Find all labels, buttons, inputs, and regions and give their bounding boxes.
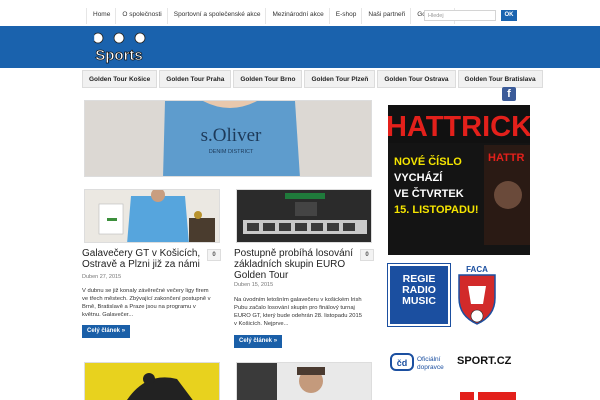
comment-count-2[interactable]: 0 <box>360 249 374 261</box>
sport-cz-logo[interactable]: SPORT.CZ <box>457 355 511 367</box>
comment-count-1[interactable]: 0 <box>207 249 221 261</box>
svg-text:čd: čd <box>397 358 408 368</box>
article-excerpt-2: Na úvodním letošním galavečeru v košické… <box>234 297 362 327</box>
shirt-text: s.Oliver <box>201 125 262 146</box>
top-nav-eshop[interactable]: E-shop <box>330 8 363 24</box>
faca-text: FACA <box>466 265 488 274</box>
search-input[interactable]: Hledej <box>424 10 496 21</box>
article-date-1: Duben 27, 2015 <box>82 274 122 280</box>
search-button[interactable]: OK <box>501 10 517 21</box>
isc-sports-logo[interactable]: ISC Sports <box>86 29 152 65</box>
hattrick-line-3: VE ČTVRTEK <box>394 187 464 200</box>
shirt-subtext: DENIM DISTRICT <box>209 149 254 155</box>
top-nav-about[interactable]: O společnosti <box>116 8 168 24</box>
article-excerpt-1: V dubnu se již konaly závěrečné večery l… <box>82 288 211 318</box>
category-plzen[interactable]: Golden Tour Plzeň <box>304 70 376 88</box>
logo-text-bottom: Sports <box>95 47 143 64</box>
article-image-3[interactable] <box>84 362 220 400</box>
regie-radio-music-logo[interactable]: REGIE RADIO MUSIC <box>387 263 451 327</box>
top-bar: Home O společnosti Sportovní a společens… <box>0 0 600 26</box>
regie-line-3: MUSIC <box>402 295 436 307</box>
hattrick-line-2: VYCHÁZÍ <box>394 171 443 184</box>
facebook-icon[interactable]: f <box>502 87 516 101</box>
article-image-4[interactable] <box>236 362 372 400</box>
category-bratislava[interactable]: Golden Tour Bratislava <box>457 70 543 88</box>
top-nav: Home O společnosti Sportovní a společens… <box>86 8 455 24</box>
hattrick-brand: HATTRICK <box>388 111 530 143</box>
read-more-button-1[interactable]: Celý článek » <box>82 325 131 338</box>
hattrick-cover-brand: HATTR <box>488 152 525 164</box>
article-image-1[interactable] <box>84 189 220 243</box>
faca-crest-logo[interactable]: FACA <box>456 264 498 328</box>
logo-text-top: ISC <box>92 32 146 44</box>
hattrick-line-4: 15. LISTOPADU! <box>394 204 479 216</box>
cd-line-2: dopravce <box>417 364 444 371</box>
hattrick-line-1: NOVÉ ČÍSLO <box>394 155 462 168</box>
top-nav-events[interactable]: Sportovní a společenské akce <box>168 8 267 24</box>
article-image-2[interactable] <box>236 189 372 243</box>
article-title-2[interactable]: Postupně probíhá losování základních sku… <box>234 248 356 281</box>
partner-logo-partial[interactable] <box>460 392 516 400</box>
top-nav-international[interactable]: Mezinárodní akce <box>266 8 330 24</box>
category-brno[interactable]: Golden Tour Brno <box>233 70 303 88</box>
category-praha[interactable]: Golden Tour Praha <box>159 70 232 88</box>
cd-official-carrier-logo[interactable]: čd Oficiální dopravce <box>390 352 450 372</box>
hattrick-ad[interactable]: HATTRICK HATTR NOVÉ ČÍSLO VYCHÁZÍ VE ČTV… <box>388 105 530 255</box>
category-nav: Golden Tour Košice Golden Tour Praha Gol… <box>82 70 543 88</box>
top-nav-partners[interactable]: Naši partneři <box>362 8 412 24</box>
category-ostrava[interactable]: Golden Tour Ostrava <box>377 70 456 88</box>
article-title-1[interactable]: Galavečery GT v Košicích, Ostravě a Plzn… <box>82 248 202 270</box>
top-nav-home[interactable]: Home <box>87 8 117 24</box>
article-date-2: Duben 15, 2015 <box>234 282 274 288</box>
cd-line-1: Oficiální <box>417 356 441 363</box>
site-header: ISC Sports <box>0 26 600 68</box>
category-kosice[interactable]: Golden Tour Košice <box>82 70 158 88</box>
featured-image[interactable]: s.Oliver DENIM DISTRICT <box>84 100 372 177</box>
read-more-button-2[interactable]: Celý článek » <box>234 335 283 348</box>
